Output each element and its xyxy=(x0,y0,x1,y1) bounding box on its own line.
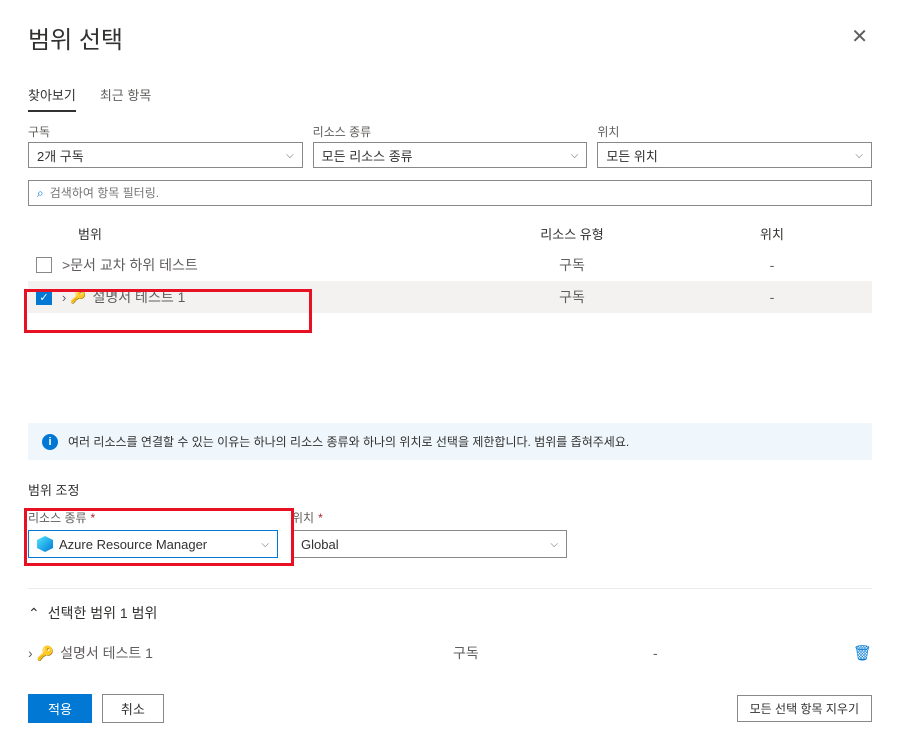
expand-icon[interactable]: › xyxy=(62,290,66,305)
subscription-select[interactable]: 2개 구독 ⌵ xyxy=(28,142,303,168)
narrow-location-select[interactable]: Global ⌵ xyxy=(292,530,567,558)
apply-button[interactable]: 적용 xyxy=(28,694,92,723)
close-icon[interactable]: ✕ xyxy=(847,20,872,53)
expand-icon[interactable]: › xyxy=(28,645,33,661)
narrow-resourcetype-value: Azure Resource Manager xyxy=(59,537,255,552)
search-icon: ⌕ xyxy=(37,186,44,201)
narrow-location-label: 위치* xyxy=(292,509,567,526)
selected-name: 설명서 테스트 1 xyxy=(60,643,453,663)
resourcetype-value: 모든 리소스 종류 xyxy=(322,146,413,165)
tabs: 찾아보기 최근 항목 xyxy=(28,85,872,113)
narrow-section-title: 범위 조정 xyxy=(28,480,872,499)
resourcetype-select[interactable]: 모든 리소스 종류 ⌵ xyxy=(313,142,588,168)
tab-browse[interactable]: 찾아보기 xyxy=(28,85,76,112)
search-input[interactable] xyxy=(50,186,863,200)
resourcetype-label: 리소스 종류 xyxy=(313,123,588,140)
chevron-down-icon: ⌵ xyxy=(550,539,558,550)
required-indicator: * xyxy=(91,511,96,525)
info-text: 여러 리소스를 연결할 수 있는 이유는 하나의 리소스 종류와 하나의 위치로… xyxy=(68,433,629,450)
trash-icon[interactable]: 🗑 xyxy=(853,644,872,662)
checkbox[interactable] xyxy=(36,257,52,273)
table-header: 범위 리소스 유형 위치 xyxy=(28,218,872,249)
narrow-resourcetype-select[interactable]: Azure Resource Manager ⌵ xyxy=(28,530,278,558)
info-bar: i 여러 리소스를 연결할 수 있는 이유는 하나의 리소스 종류와 하나의 위… xyxy=(28,423,872,460)
chevron-down-icon: ⌵ xyxy=(261,539,269,550)
row-type: 구독 xyxy=(472,255,672,275)
key-icon: 🔑 xyxy=(70,289,86,305)
info-icon: i xyxy=(42,434,58,450)
chevron-down-icon: ⌵ xyxy=(286,150,294,161)
location-select[interactable]: 모든 위치 ⌵ xyxy=(597,142,872,168)
location-value: 모든 위치 xyxy=(606,146,657,165)
key-icon: 🔑 xyxy=(37,645,54,662)
selected-type: 구독 xyxy=(453,643,653,663)
tab-recent[interactable]: 최근 항목 xyxy=(100,85,151,112)
chevron-down-icon: ⌵ xyxy=(571,150,579,161)
chevron-down-icon: ⌵ xyxy=(855,150,863,161)
row-type: 구독 xyxy=(472,287,672,307)
narrow-resourcetype-label: 리소스 종류* xyxy=(28,509,278,526)
checkbox-checked[interactable]: ✓ xyxy=(36,289,52,305)
table-row[interactable]: >문서 교차 하위 테스트 구독 - xyxy=(28,249,872,281)
subscription-value: 2개 구독 xyxy=(37,146,84,165)
subscription-label: 구독 xyxy=(28,123,303,140)
location-label: 위치 xyxy=(597,123,872,140)
header-location: 위치 xyxy=(672,224,872,243)
row-name: 설명서 테스트 1 xyxy=(93,287,472,307)
required-indicator: * xyxy=(318,511,323,525)
row-location: - xyxy=(672,257,872,273)
chevron-up-icon: ⌃ xyxy=(28,605,40,622)
arm-icon xyxy=(37,536,53,552)
selected-title: 선택한 범위 1 범위 xyxy=(48,603,158,623)
selected-location: - xyxy=(653,645,853,661)
selected-header[interactable]: ⌃ 선택한 범위 1 범위 xyxy=(28,603,872,623)
row-name: >문서 교차 하위 테스트 xyxy=(62,255,472,275)
search-input-container[interactable]: ⌕ xyxy=(28,180,872,206)
header-scope: 범위 xyxy=(28,224,472,243)
cancel-button[interactable]: 취소 xyxy=(102,694,164,723)
page-title: 범위 선택 xyxy=(28,20,123,55)
table-row[interactable]: ✓ › 🔑 설명서 테스트 1 구독 - xyxy=(28,281,872,313)
header-type: 리소스 유형 xyxy=(472,224,672,243)
row-location: - xyxy=(672,289,872,305)
selected-row: › 🔑 설명서 테스트 1 구독 - 🗑 xyxy=(28,637,872,669)
narrow-location-value: Global xyxy=(301,537,544,552)
clear-all-button[interactable]: 모든 선택 항목 지우기 xyxy=(737,695,872,722)
